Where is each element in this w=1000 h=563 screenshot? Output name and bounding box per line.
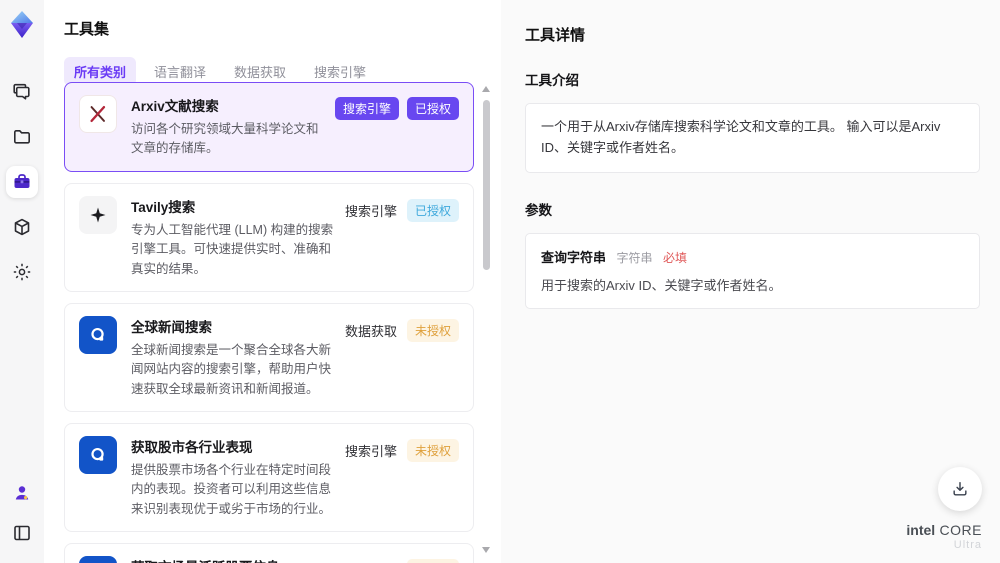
scrollbar-up-arrow-icon[interactable]: [482, 86, 490, 92]
chat-icon: [13, 83, 30, 100]
tool-description: 访问各个研究领域大量科学论文和文章的存储库。: [131, 122, 319, 156]
param-type: 字符串: [616, 250, 653, 265]
category-label: 数据获取: [344, 323, 397, 339]
tool-details-pane: 工具详情 工具介绍 一个用于从Arxiv存储库搜索科学论文和文章的工具。 输入可…: [501, 0, 1000, 563]
category-label: 搜索引擎: [344, 203, 397, 219]
param-header-row: 查询字符串 字符串 必填: [541, 247, 964, 267]
tool-description: 全球新闻搜索是一个聚合全球各大新闻网站内容的搜索引擎，帮助用户快速获取全球最新资…: [131, 342, 332, 396]
rail-nav: [6, 76, 38, 288]
tool-card-list: Arxiv文献搜索 访问各个研究领域大量科学论文和文章的存储库。 搜索引擎 已授…: [64, 82, 474, 563]
sidebar-item-models[interactable]: [6, 211, 38, 243]
auth-status-badge: 未授权: [406, 559, 459, 563]
icon-rail: [0, 0, 44, 563]
ultra-logo-text: Ultra: [953, 539, 982, 551]
stocks-logo-icon: [79, 556, 117, 563]
intel-logo-text: intel: [906, 522, 936, 538]
sidebar-item-toolset[interactable]: [6, 166, 38, 198]
sidebar-item-collapse-panel[interactable]: [6, 517, 38, 549]
tool-list-pane: 工具集 所有类别 语言翻译 数据获取 搜索引擎 Arxiv文献搜索 访问各个研究…: [44, 0, 500, 563]
user-icon: [15, 486, 29, 500]
tool-description: 提供股票市场各个行业在特定时间段内的表现。投资者可以利用这些信息来识别表现优于或…: [131, 463, 332, 516]
tool-name: Tavily搜索: [131, 199, 196, 215]
intro-box: 一个用于从Arxiv存储库搜索科学论文和文章的工具。 输入可以是Arxiv ID…: [525, 103, 980, 173]
news-logo-icon: [79, 315, 117, 354]
intel-core-badge: intel CORE Ultra: [906, 523, 982, 551]
auth-status-badge: 已授权: [406, 198, 459, 222]
panel-layout-icon: [14, 525, 30, 541]
main-content: 工具集 所有类别 语言翻译 数据获取 搜索引擎 Arxiv文献搜索 访问各个研究…: [44, 0, 1000, 563]
scrollbar-down-arrow-icon[interactable]: [482, 547, 490, 553]
tool-name: Arxiv文献搜索: [131, 99, 219, 114]
category-label: 搜索引擎: [343, 558, 399, 563]
param-box: 查询字符串 字符串 必填 用于搜索的Arxiv ID、关键字或作者姓名。: [525, 232, 980, 310]
category-label: 搜索引擎: [344, 444, 397, 459]
cube-icon: [14, 218, 30, 236]
download-icon: [953, 482, 967, 496]
rail-bottom: [6, 477, 38, 563]
list-scrollbar[interactable]: [482, 86, 491, 553]
tool-card-tavily[interactable]: Tavily搜索 专为人工智能代理 (LLM) 构建的搜索引擎工具。可快速提供实…: [64, 182, 474, 292]
sidebar-item-settings[interactable]: [6, 256, 38, 288]
details-title: 工具详情: [525, 27, 586, 44]
tool-card-arxiv[interactable]: Arxiv文献搜索 访问各个研究领域大量科学论文和文章的存储库。 搜索引擎 已授…: [64, 82, 474, 172]
tool-name: 获取市场最活跃股票信息: [131, 556, 335, 563]
params-heading: 参数: [525, 202, 552, 218]
core-logo-text: CORE: [939, 522, 982, 538]
page-title: 工具集: [64, 21, 110, 38]
auth-status-badge: 未授权: [406, 439, 459, 462]
arxiv-logo-icon: [79, 95, 117, 133]
market-logo-icon: [79, 436, 117, 474]
intro-heading: 工具介绍: [525, 73, 579, 88]
tool-name: 获取股市各行业表现: [131, 440, 253, 455]
param-required-badge: 必填: [662, 250, 687, 265]
sidebar-item-files[interactable]: [6, 121, 38, 153]
folder-icon: [14, 130, 30, 144]
tool-card-global-news[interactable]: 全球新闻搜索 全球新闻搜索是一个聚合全球各大新闻网站内容的搜索引擎，帮助用户快速…: [64, 302, 474, 412]
app-logo-icon: [11, 11, 33, 38]
sidebar-item-account[interactable]: [6, 477, 38, 509]
auth-status-badge: 已授权: [406, 97, 459, 120]
param-name: 查询字符串: [541, 249, 607, 265]
tool-name: 全球新闻搜索: [131, 319, 212, 335]
tool-card-sector-performance[interactable]: 获取股市各行业表现 提供股票市场各个行业在特定时间段内的表现。投资者可以利用这些…: [64, 423, 474, 533]
tool-card-most-active-stocks[interactable]: 获取市场最活跃股票信息 提供当天交易量最高的股票列表。投资者可以利用这些信息来识…: [64, 543, 474, 563]
tool-description: 专为人工智能代理 (LLM) 构建的搜索引擎工具。可快速提供实时、准确和真实的结…: [131, 222, 334, 276]
intro-text: 一个用于从Arxiv存储库搜索科学论文和文章的工具。 输入可以是Arxiv ID…: [541, 119, 941, 155]
category-badge: 搜索引擎: [334, 97, 399, 120]
auth-status-badge: 未授权: [406, 318, 459, 342]
tavily-logo-icon: [79, 195, 117, 234]
scrollbar-thumb[interactable]: [483, 100, 490, 270]
sidebar-item-chat[interactable]: [6, 76, 38, 108]
gear-icon: [13, 263, 31, 281]
briefcase-icon: [14, 174, 30, 188]
param-description: 用于搜索的Arxiv ID、关键字或作者姓名。: [541, 277, 782, 293]
download-button[interactable]: [938, 467, 982, 511]
